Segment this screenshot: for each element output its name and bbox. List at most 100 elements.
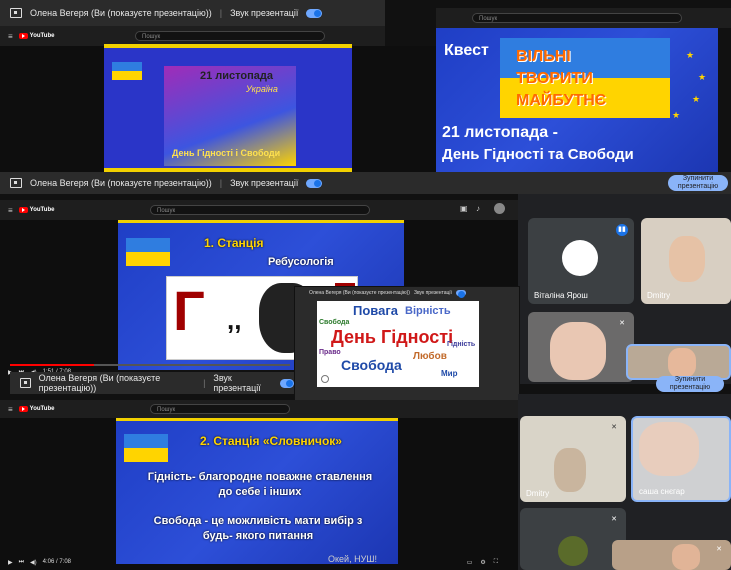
participant-tile[interactable]: ✕: [612, 540, 731, 570]
search-input-4[interactable]: Пошук: [150, 404, 290, 414]
next-icon[interactable]: ⏭: [19, 559, 24, 566]
slide1-caption: День Гідності і Свободи: [172, 148, 281, 158]
word: Право: [319, 349, 341, 356]
participant-name: Dmitry: [526, 489, 550, 498]
participant-tile[interactable]: ▮▮ Віталіна Ярош: [528, 218, 634, 304]
participant-video: [554, 448, 586, 492]
search-input[interactable]: Пошук: [135, 31, 325, 41]
slide2-line3: МАЙБУТНЄ: [516, 92, 607, 109]
menu-icon[interactable]: ≡: [8, 405, 13, 414]
presenter-label-2: Олена Вегеря (Ви (показуєте презентацію)…: [30, 178, 212, 188]
slide1-date: 21 листопада: [200, 70, 273, 82]
mic-off-icon: ✕: [611, 424, 617, 431]
ukraine-flag: [126, 238, 170, 266]
rebus-comma: ,,: [227, 305, 242, 335]
slide2-line1: ВІЛЬНІ: [516, 48, 571, 65]
participant-tile[interactable]: ✕: [520, 508, 626, 570]
search-input-3[interactable]: Пошук: [150, 205, 370, 215]
avatar[interactable]: [494, 203, 505, 214]
participant-video: [669, 236, 705, 282]
present-screen-icon: [10, 178, 22, 188]
word: Свобода: [319, 319, 350, 326]
youtube-play-icon: [18, 406, 28, 412]
player-controls-2: ▶ ⏭ ◀) 4:06 / 7:08 ▭ ⚙ ⛶: [0, 556, 518, 568]
volume-icon[interactable]: ◀): [30, 559, 37, 566]
top-strip: [385, 0, 731, 8]
create-icon[interactable]: ▣: [460, 204, 468, 213]
participant-avatar: [558, 536, 588, 566]
station-2-title: 2. Станція «Словничок»: [200, 434, 342, 448]
youtube-logo[interactable]: YouTube: [18, 406, 54, 412]
subtitles-icon[interactable]: ▭: [467, 559, 473, 566]
word: Мир: [441, 369, 458, 378]
speaking-icon: ▮▮: [616, 224, 628, 236]
participant-video: [672, 544, 700, 570]
refresh-icon[interactable]: [321, 375, 329, 383]
participant-avatar: [562, 240, 598, 276]
youtube-header-2: Пошук: [436, 8, 731, 28]
sound-toggle-4[interactable]: [280, 378, 295, 388]
quest-title: Квест: [444, 42, 489, 59]
slide2-line2: ТВОРИТИ: [516, 70, 593, 87]
menu-icon[interactable]: ≡: [8, 206, 13, 215]
present-screen-icon: [10, 8, 22, 18]
youtube-header-3: ≡ YouTube Пошук ▣ ♪: [0, 200, 518, 220]
slide-quest: Квест ВІЛЬНІ ТВОРИТИ МАЙБУТНЄ ★ ★ ★ ★ 21…: [436, 28, 718, 172]
stop-presentation-button-2[interactable]: Зупинити презентацію: [656, 376, 724, 392]
wordcloud-bar: Олена Вегеря (Ви (показуєте презентацію)…: [299, 290, 466, 298]
search-input-2[interactable]: Пошук: [472, 13, 682, 23]
participant-video: [639, 422, 699, 476]
participant-tile[interactable]: ✕: [528, 312, 634, 382]
participant-tile[interactable]: ✕ Dmitry: [520, 416, 626, 502]
presentation-bar: Олена Вегеря (Ви (показуєте презентацію)…: [0, 0, 385, 26]
youtube-header: ≡ YouTube Пошук: [0, 26, 385, 46]
participant-video: [668, 348, 696, 378]
sound-toggle-3[interactable]: [455, 290, 466, 298]
stop-presentation-button[interactable]: Зупинити презентацію: [668, 175, 728, 191]
rebus-letter: Г: [173, 279, 205, 342]
participant-name: саша снєгар: [639, 487, 685, 496]
definition-freedom: Свобода - це можливість мати вибір з буд…: [153, 515, 363, 542]
sound-toggle[interactable]: [306, 8, 323, 18]
presenter-label-3: Олена Вегеря (Ви (показуєте презентацію)…: [38, 373, 161, 393]
youtube-play-icon: [18, 207, 28, 213]
sound-label-2: Звук презентації: [230, 178, 299, 188]
present-screen-icon: [299, 291, 305, 296]
participant-video: [550, 322, 606, 380]
presentation-bar-3: Олена Вегеря (Ви (показуєте презентацію)…: [10, 372, 295, 394]
star-icon: ★: [686, 50, 695, 60]
word: Повага: [353, 303, 398, 318]
word-main: День Гідності: [331, 327, 454, 347]
bell-icon[interactable]: ♪: [476, 204, 480, 213]
mic-off-icon: ✕: [611, 516, 617, 523]
participant-name: Dmitry: [647, 291, 671, 300]
youtube-logo[interactable]: YouTube: [18, 207, 54, 213]
menu-icon[interactable]: ≡: [8, 32, 13, 41]
sound-label: Звук презентації: [230, 8, 299, 18]
station-1-title: 1. Станція: [204, 236, 264, 250]
self-view-tile[interactable]: [626, 344, 731, 380]
sound-label-3: Звук презентації: [213, 373, 261, 393]
star-icon: ★: [672, 110, 681, 120]
participant-tile[interactable]: Dmitry: [641, 218, 731, 304]
station-1-name: Ребусологія: [268, 256, 334, 268]
presentation-bar-2: Олена Вегеря (Ви (показуєте презентацію)…: [0, 172, 731, 194]
ukraine-flag: [124, 434, 168, 462]
mic-off-icon: ✕: [716, 546, 722, 553]
youtube-logo[interactable]: YouTube: [18, 33, 54, 39]
word: Любов: [413, 351, 447, 362]
settings-icon[interactable]: ⚙: [480, 559, 485, 566]
slide-day-of-dignity: 21 листопада Україна День Гідності і Сво…: [104, 44, 352, 172]
slide2-caption: День Гідності та Свободи: [442, 146, 634, 163]
star-icon: ★: [698, 72, 707, 82]
participant-tile[interactable]: саша снєгар: [631, 416, 731, 502]
word: Свобода: [341, 357, 402, 373]
ukraine-flag: [112, 62, 142, 80]
word: Вірність: [405, 305, 451, 317]
slide-station-2: 2. Станція «Словничок» Гідність- благоро…: [116, 418, 398, 564]
present-screen-icon: [20, 378, 31, 388]
sound-toggle-2[interactable]: [306, 178, 323, 188]
definition-dignity: Гідність- благородне поважне ставлення д…: [147, 471, 373, 498]
fullscreen-icon[interactable]: ⛶: [494, 559, 498, 566]
play-icon[interactable]: ▶: [8, 559, 13, 566]
